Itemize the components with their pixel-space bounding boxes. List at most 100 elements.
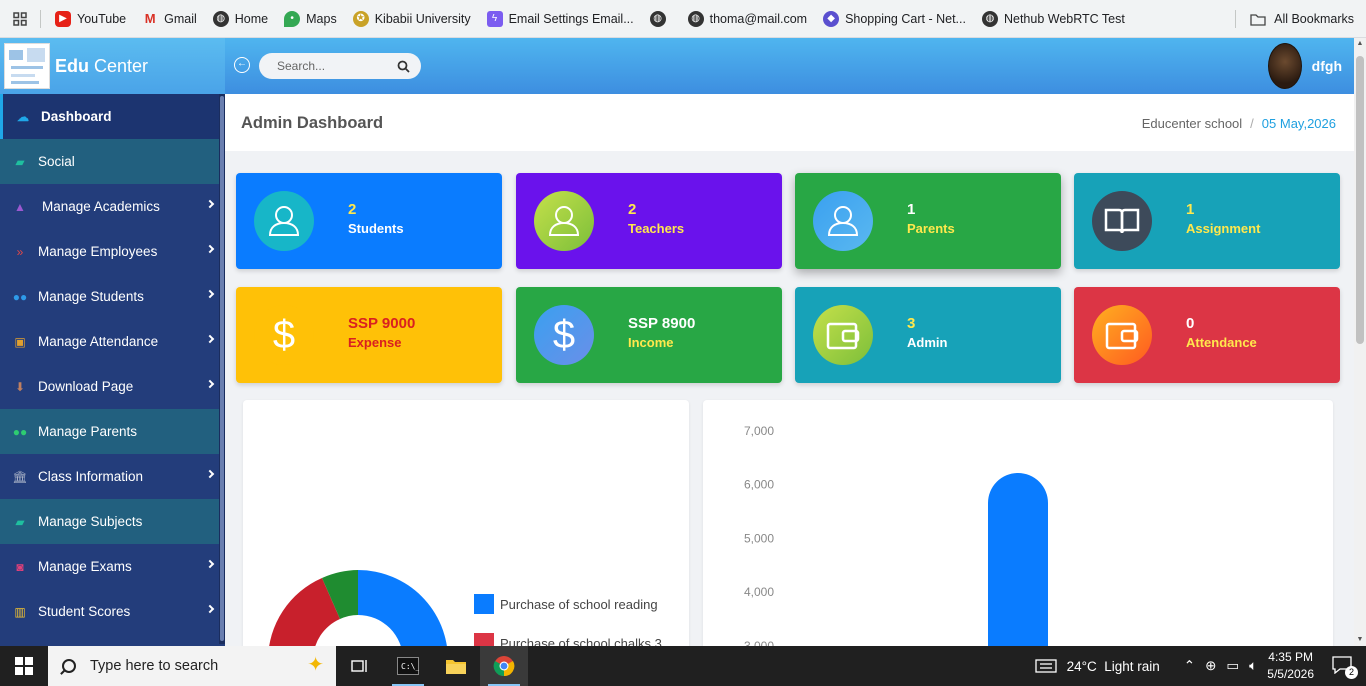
terminal-app-icon[interactable]: C:\_: [384, 646, 432, 686]
bookmark-gmail[interactable]: M Gmail: [134, 0, 205, 38]
chevron-up-icon[interactable]: ⌃: [1184, 658, 1195, 674]
brand-name: Edu Center: [55, 55, 149, 76]
parents-icon: ●●: [12, 424, 28, 439]
file-explorer-icon[interactable]: [432, 646, 480, 686]
legend-item[interactable]: Purchase of school chalks 3: [474, 633, 662, 646]
brand[interactable]: Edu Center: [0, 38, 225, 94]
app-header: Edu Center ← dfgh: [0, 38, 1354, 94]
sidebar-item-parents[interactable]: ●● Manage Parents: [0, 409, 225, 454]
sidebar-item-attendance[interactable]: ▣ Manage Attendance: [0, 319, 225, 364]
sidebar-item-exams[interactable]: ◙ Manage Exams: [0, 544, 225, 589]
legend-item[interactable]: Purchase of school reading: [474, 594, 658, 614]
sidebar-item-social[interactable]: ▰ Social: [0, 139, 225, 184]
globe-icon: ◍: [981, 10, 998, 27]
bookmark-home[interactable]: ◍ Home: [205, 0, 276, 38]
sidebar-item-employees[interactable]: » Manage Employees: [0, 229, 225, 274]
weather-icon: [1034, 659, 1057, 673]
bookmark-email-settings[interactable]: ϟ Email Settings Email...: [479, 0, 642, 38]
attendance-icon: ▣: [14, 334, 26, 349]
card-parents[interactable]: 1 Parents: [795, 173, 1061, 269]
globe-icon: ◍: [649, 10, 666, 27]
y-tick-label: 3,000: [744, 639, 774, 646]
all-bookmarks[interactable]: All Bookmarks: [1235, 0, 1354, 38]
dollar-icon: $: [534, 305, 594, 365]
search-icon: [62, 659, 76, 673]
chevron-right-icon: [205, 199, 215, 209]
search-box: [259, 53, 421, 79]
sidebar-toggle-icon[interactable]: ←: [234, 57, 250, 73]
sidebar-item-academics[interactable]: ▲ Manage Academics: [0, 184, 225, 229]
exams-icon: ◙: [16, 559, 24, 574]
employees-icon: »: [16, 244, 24, 259]
page-scrollbar[interactable]: ▲ ▼: [1354, 38, 1366, 646]
legend-swatch: [474, 594, 494, 614]
sidebar-item-students[interactable]: ●● Manage Students: [0, 274, 225, 319]
sidebar-item-class-information[interactable]: 🏛 Class Information: [0, 454, 225, 499]
search-icon[interactable]: [397, 60, 410, 73]
battery-icon[interactable]: ▭: [1226, 658, 1239, 674]
scroll-up-icon[interactable]: ▲: [1354, 38, 1366, 50]
volume-icon[interactable]: 🔈︎: [1249, 658, 1257, 674]
scroll-down-icon[interactable]: ▼: [1354, 634, 1366, 646]
main-content: Admin Dashboard Educenter school/05 May,…: [225, 94, 1354, 646]
bar[interactable]: [988, 473, 1048, 646]
breadcrumb-school[interactable]: Educenter school: [1142, 116, 1242, 131]
gmail-icon: M: [144, 11, 156, 26]
bookmark-shopping-cart[interactable]: ◆ Shopping Cart - Net...: [815, 0, 974, 38]
bookmark-kibabii[interactable]: ✪ Kibabii University: [345, 0, 479, 38]
taskbar-search[interactable]: Type here to search ✦: [48, 646, 336, 686]
notifications-icon[interactable]: 2: [1332, 655, 1358, 679]
chrome-icon[interactable]: [480, 646, 528, 686]
bookmark-globe[interactable]: ◍: [642, 0, 680, 38]
search-input[interactable]: [277, 59, 397, 73]
sidebar-item-subjects[interactable]: ▰ Manage Subjects: [0, 499, 225, 544]
user-icon: [534, 191, 594, 251]
sidebar-item-scores[interactable]: ▥ Student Scores: [0, 589, 225, 634]
scrollbar-thumb[interactable]: [1356, 56, 1364, 344]
card-income[interactable]: $ SSP 8900 Income: [516, 287, 782, 383]
card-label: Admin: [907, 335, 948, 350]
card-students[interactable]: 2 Students: [236, 173, 502, 269]
sidebar-item-download[interactable]: ⬇ Download Page: [0, 364, 225, 409]
card-label: Income: [628, 335, 674, 350]
card-teachers[interactable]: 2 Teachers: [516, 173, 782, 269]
user-name: dfgh: [1311, 58, 1342, 74]
card-label: Assignment: [1186, 221, 1261, 236]
card-assignment[interactable]: 1 Assignment: [1074, 173, 1340, 269]
windows-start-icon[interactable]: [0, 646, 48, 686]
card-expense[interactable]: $ SSP 9000 Expense: [236, 287, 502, 383]
clock[interactable]: 4:35 PM 5/5/2026: [1267, 649, 1314, 683]
page-title: Admin Dashboard: [241, 114, 384, 132]
card-admin[interactable]: 3 Admin: [795, 287, 1061, 383]
card-value: 2: [348, 201, 357, 218]
donut-slice-blue[interactable]: [358, 570, 448, 646]
globe-icon: ◍: [212, 10, 229, 27]
task-view-icon[interactable]: [336, 646, 384, 686]
bookmark-youtube[interactable]: ▶ YouTube: [47, 0, 134, 38]
youtube-icon: ▶: [55, 10, 71, 27]
y-tick-label: 5,000: [744, 531, 774, 545]
y-tick-label: 7,000: [744, 424, 774, 438]
user-icon: [813, 191, 873, 251]
card-value: 1: [1186, 201, 1195, 218]
svg-text:C:\_: C:\_: [401, 662, 419, 671]
bookmarks-bar: ▶ YouTube M Gmail ◍ Home • Maps ✪ Kibabii Uni…: [0, 0, 1366, 38]
chevron-right-icon: [205, 244, 215, 254]
bookmark-nethub[interactable]: ◍ Nethub WebRTC Test: [974, 0, 1133, 38]
card-attendance[interactable]: 0 Attendance: [1074, 287, 1340, 383]
bookmark-maps[interactable]: • Maps: [276, 0, 345, 38]
chevron-right-icon: [205, 379, 215, 389]
user-menu[interactable]: dfgh: [1267, 43, 1342, 89]
chevron-right-icon: [205, 469, 215, 479]
brand-logo: [4, 43, 50, 89]
subjects-icon: ▰: [15, 514, 25, 529]
sidebar-item-dashboard[interactable]: ☁ Dashboard: [0, 94, 225, 139]
wallet-icon: [1092, 305, 1152, 365]
card-value: 2: [628, 201, 637, 218]
graduation-cap-icon: ▲: [14, 199, 26, 214]
weather-text[interactable]: 24°C Light rain: [1067, 659, 1160, 674]
dollar-icon: $: [254, 305, 314, 365]
apps-grid-icon[interactable]: [0, 0, 40, 38]
bookmark-mail[interactable]: ◍ thoma@mail.com: [680, 0, 815, 38]
network-icon[interactable]: ⊕: [1205, 658, 1216, 674]
